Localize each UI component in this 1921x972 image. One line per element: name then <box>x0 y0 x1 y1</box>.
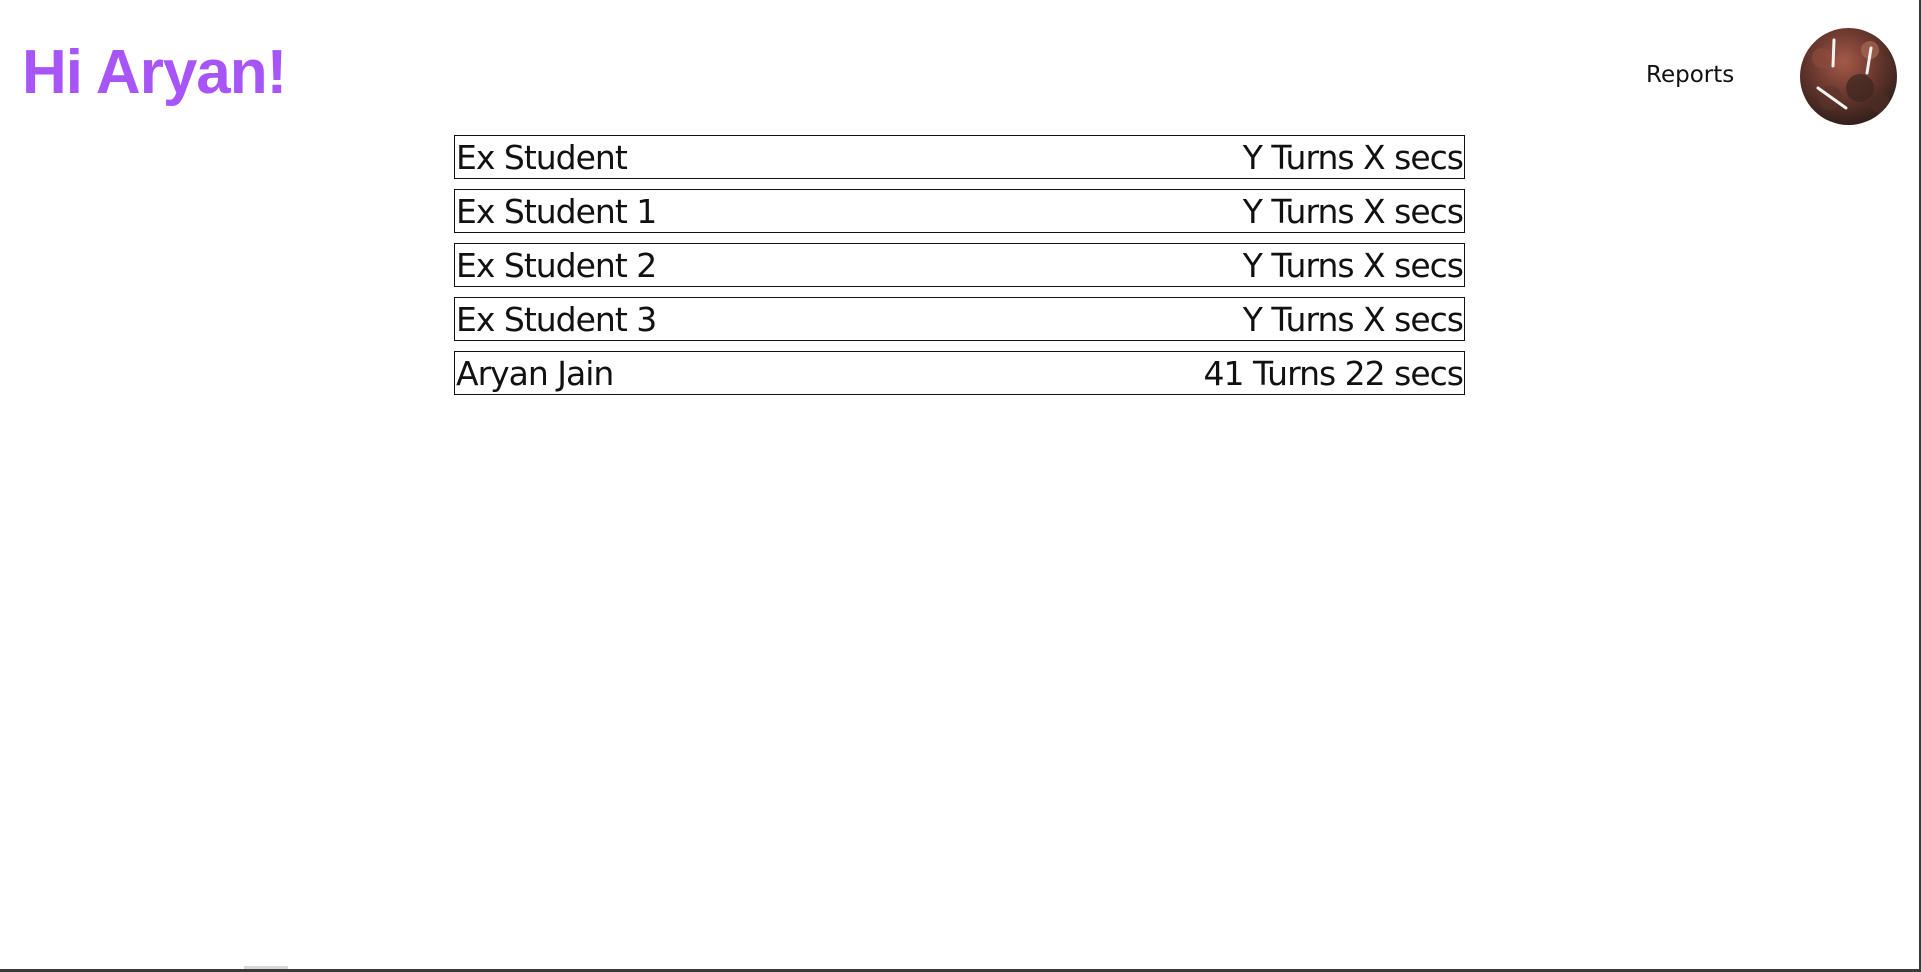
student-name: Aryan Jain <box>456 353 614 393</box>
leaderboard-row: Aryan Jain 41 Turns 22 secs <box>454 351 1465 395</box>
leaderboard-row: Ex Student Y Turns X secs <box>454 135 1465 179</box>
reports-link[interactable]: Reports <box>1646 60 1734 90</box>
student-score: Y Turns X secs <box>1242 191 1464 231</box>
leaderboard-row: Ex Student 2 Y Turns X secs <box>454 243 1465 287</box>
student-score: Y Turns X secs <box>1242 245 1464 285</box>
scrollbar-thumb <box>244 966 288 969</box>
greeting-heading: Hi Aryan! <box>22 38 287 107</box>
leaderboard-row: Ex Student 1 Y Turns X secs <box>454 189 1465 233</box>
student-name: Ex Student <box>456 137 628 177</box>
student-score: Y Turns X secs <box>1242 299 1464 339</box>
leaderboard-list: Ex Student Y Turns X secs Ex Student 1 Y… <box>454 135 1465 405</box>
leaderboard-row: Ex Student 3 Y Turns X secs <box>454 297 1465 341</box>
student-score: 41 Turns 22 secs <box>1203 353 1464 393</box>
student-name: Ex Student 2 <box>456 245 657 285</box>
avatar[interactable] <box>1800 28 1897 125</box>
student-name: Ex Student 1 <box>456 191 657 231</box>
profile-photo-icon <box>1800 28 1897 125</box>
student-score: Y Turns X secs <box>1242 137 1464 177</box>
page: Hi Aryan! Reports Ex Student Y Turns X s… <box>0 0 1921 972</box>
student-name: Ex Student 3 <box>456 299 657 339</box>
